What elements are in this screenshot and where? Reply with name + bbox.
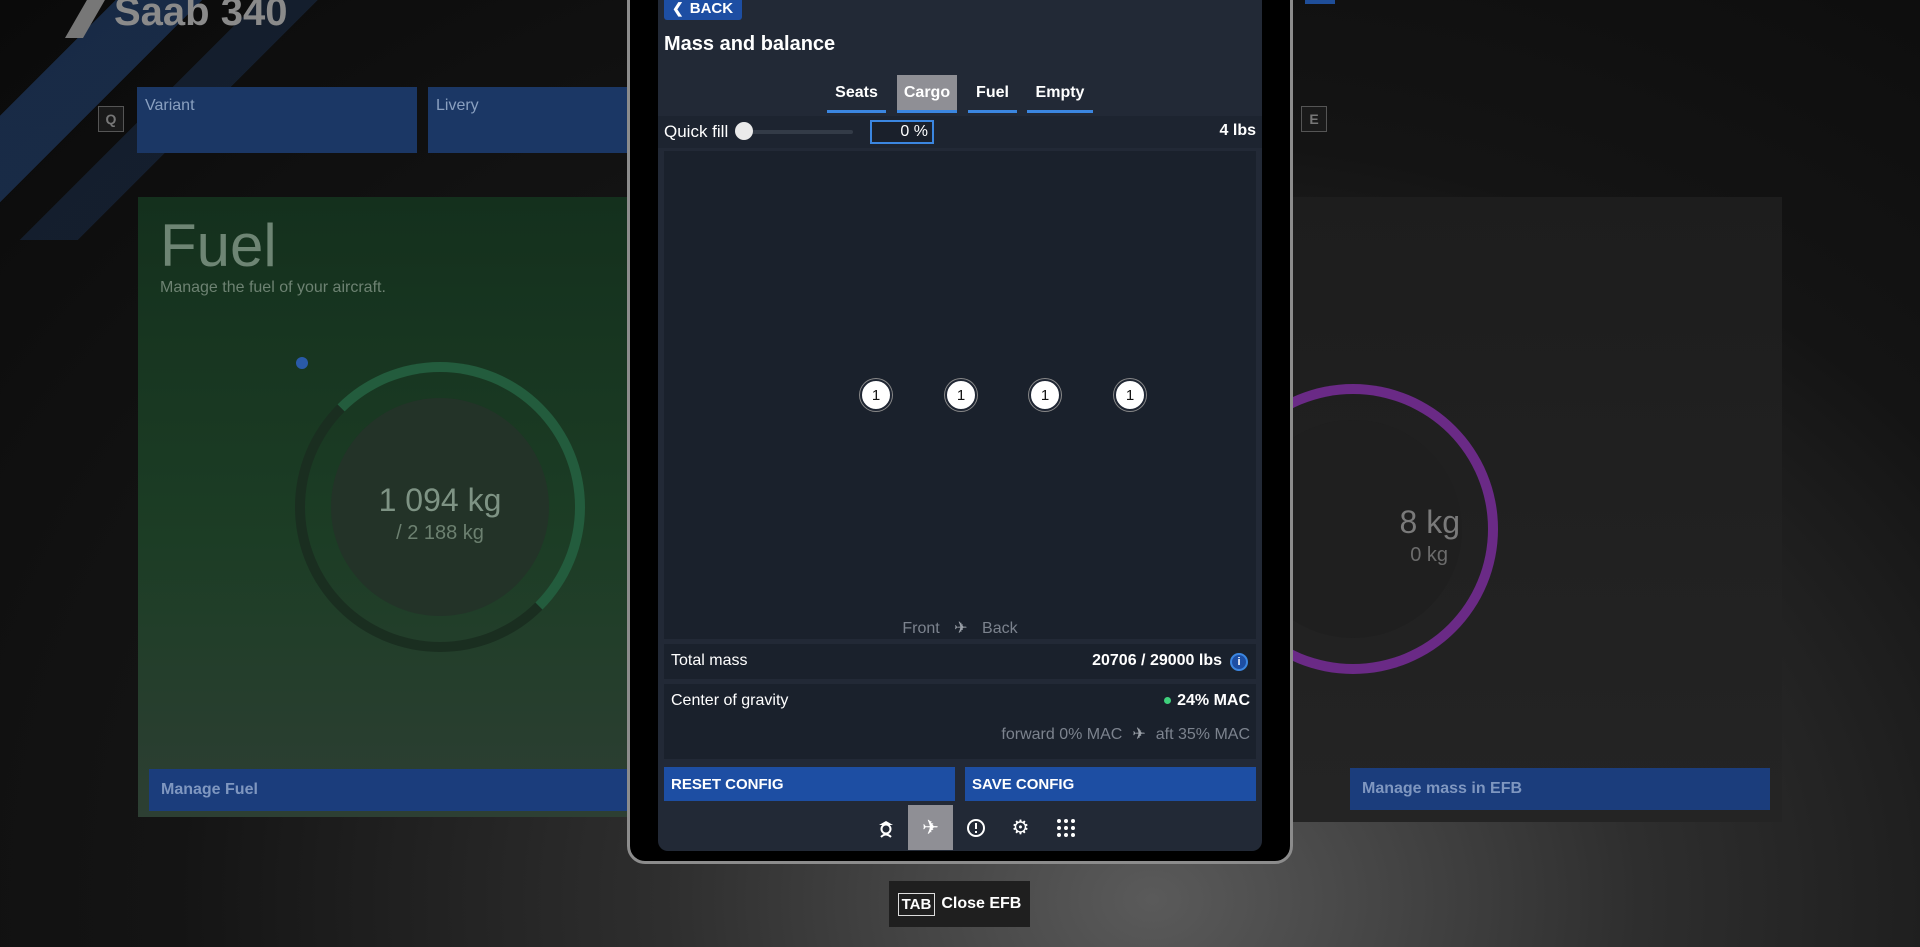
tab-seats[interactable]: Seats xyxy=(827,75,886,113)
save-config-button[interactable]: SAVE CONFIG xyxy=(965,767,1256,801)
alert-icon[interactable] xyxy=(953,805,998,850)
close-efb-hint[interactable]: TAB Close EFB xyxy=(889,881,1030,927)
fuel-gauge-value: 1 094 kg xyxy=(378,482,502,518)
cargo-slot-4[interactable]: 1 xyxy=(1114,379,1146,411)
efb-screen: ❮ BACK Mass and balance Seats Cargo Fuel… xyxy=(658,0,1262,851)
gear-icon[interactable]: ⚙ xyxy=(998,805,1043,850)
reset-config-button[interactable]: RESET CONFIG xyxy=(664,767,955,801)
total-mass-label: Total mass xyxy=(671,652,748,669)
app-title: Saab 340 xyxy=(64,0,288,38)
back-label: BACK xyxy=(689,0,734,17)
manage-fuel-button[interactable]: Manage Fuel xyxy=(149,769,629,811)
page-title: Mass and balance xyxy=(664,33,836,55)
total-mass-row: Total mass 20706 / 29000 lbs i xyxy=(664,644,1256,679)
quick-fill-slider[interactable] xyxy=(743,130,853,134)
fuel-card-title: Fuel xyxy=(160,212,277,279)
key-hint-q: Q xyxy=(98,106,124,132)
center-of-gravity-row: Center of gravity 24% MAC forward 0% MAC… xyxy=(664,684,1256,759)
tab-cargo[interactable]: Cargo xyxy=(897,75,957,113)
front-label: Front xyxy=(902,620,940,637)
fuel-gauge-capacity: / 2 188 kg xyxy=(396,522,484,544)
apps-grid-icon[interactable] xyxy=(1043,805,1088,850)
livery-dropdown[interactable]: Livery xyxy=(428,87,628,153)
cg-forward-limit: forward 0% MAC xyxy=(1001,726,1123,743)
mass-balance-tabs: Seats Cargo Fuel Empty xyxy=(658,75,1262,113)
quick-fill-row: Quick fill 4 lbs xyxy=(658,116,1262,148)
cg-value-text: 24% MAC xyxy=(1177,692,1250,709)
app-title-text: Saab 340 xyxy=(114,0,288,34)
chevron-left-icon: ❮ xyxy=(672,0,684,16)
cargo-weight: 4 lbs xyxy=(1219,122,1256,139)
tab-key-icon: TAB xyxy=(897,892,936,916)
manage-mass-button[interactable]: Manage mass in EFB xyxy=(1350,768,1770,810)
orientation-legend: Front ✈ Back xyxy=(664,618,1256,638)
total-mass-value: 20706 / 29000 lbs xyxy=(1092,652,1222,669)
close-efb-label: Close EFB xyxy=(941,895,1022,912)
fuel-card-subtitle: Manage the fuel of your aircraft. xyxy=(160,279,386,296)
cargo-slot-1[interactable]: 1 xyxy=(860,379,892,411)
airplane-direction-icon: ✈ xyxy=(954,620,968,637)
variant-label: Variant xyxy=(145,97,195,114)
variant-dropdown[interactable]: Variant xyxy=(137,87,417,153)
cg-value: 24% MAC xyxy=(1164,692,1250,710)
mass-card: 8 kg 0 kg xyxy=(1208,197,1782,822)
quick-fill-slider-handle[interactable] xyxy=(735,122,753,140)
airplane-direction-icon: ✈ xyxy=(1132,726,1146,743)
fuel-card: Fuel Manage the fuel of your aircraft. 1… xyxy=(138,197,638,817)
cg-aft-limit: aft 35% MAC xyxy=(1155,726,1250,743)
livery-label: Livery xyxy=(436,97,479,114)
cg-status-dot-icon xyxy=(1164,697,1172,705)
top-indicator xyxy=(1305,0,1335,4)
quick-fill-label: Quick fill xyxy=(664,122,729,141)
cg-label: Center of gravity xyxy=(671,692,789,709)
efb-toolbar: ✈ ⚙ xyxy=(658,805,1262,851)
info-icon[interactable]: i xyxy=(1230,653,1248,671)
quick-fill-percent-input[interactable] xyxy=(870,120,934,144)
cargo-layout: 1 1 1 1 Front ✈ Back xyxy=(664,151,1256,639)
key-hint-e: E xyxy=(1301,106,1327,132)
airplane-icon[interactable]: ✈ xyxy=(908,805,953,850)
back-button[interactable]: ❮ BACK xyxy=(664,0,742,20)
fuel-marker-icon xyxy=(296,357,308,369)
tab-empty[interactable]: Empty xyxy=(1027,75,1093,113)
pilot-icon[interactable] xyxy=(863,805,908,850)
cargo-slot-3[interactable]: 1 xyxy=(1029,379,1061,411)
back-orientation-label: Back xyxy=(982,620,1018,637)
cargo-slot-2[interactable]: 1 xyxy=(945,379,977,411)
fuel-gauge: 1 094 kg / 2 188 kg xyxy=(295,362,585,652)
cg-limits: forward 0% MAC ✈ aft 35% MAC xyxy=(1001,724,1250,744)
tab-fuel[interactable]: Fuel xyxy=(968,75,1017,113)
